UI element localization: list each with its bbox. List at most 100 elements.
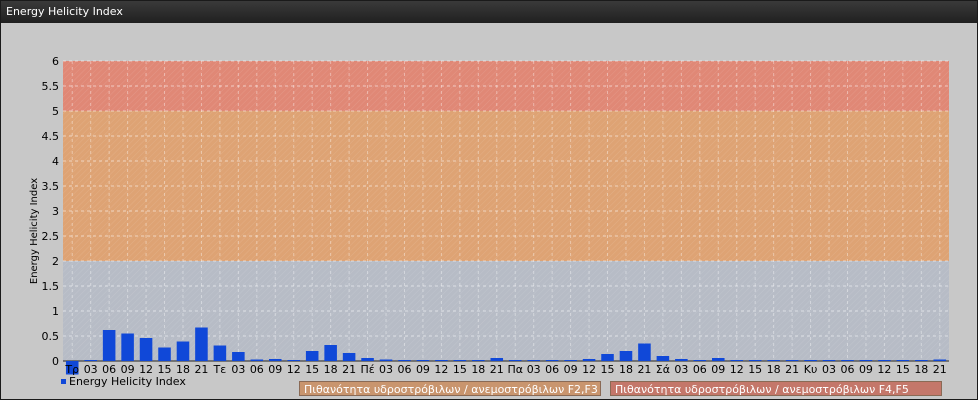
bar-28 (582, 359, 596, 361)
bar-13 (305, 351, 319, 361)
y-tick-label: 3.5 (42, 180, 60, 193)
bar-17 (379, 359, 393, 361)
ehi-chart: 00.511.522.533.544.555.56 Τρ 03 06 09 12 15 18… (29, 55, 949, 376)
x-tick-label: 15 (305, 363, 319, 376)
x-tick-label: 09 (859, 363, 873, 376)
y-tick-label: 6 (52, 55, 59, 68)
bar-3 (121, 333, 134, 361)
x-tick-label: 15 (896, 363, 910, 376)
bar-2 (102, 330, 116, 361)
bar-20 (435, 360, 448, 361)
x-tick-label: 18 (914, 363, 928, 376)
bar-12 (287, 360, 301, 361)
x-tick-label: 21 (785, 363, 799, 376)
x-tick-label: 09 (564, 363, 578, 376)
y-tick-label: 0.5 (42, 330, 60, 343)
x-tick-label: 06 (693, 363, 707, 376)
x-tick-label: 06 (250, 363, 264, 376)
bar-4 (139, 338, 153, 361)
x-tick-label: Πέ (360, 363, 374, 376)
bar-42 (841, 360, 854, 361)
bar-7 (195, 327, 208, 361)
x-tick-label: 18 (619, 363, 633, 376)
x-tick-label: 03 (674, 363, 688, 376)
y-tick-label: 0 (52, 355, 59, 368)
x-tick-label: 12 (877, 363, 891, 376)
y-axis-label: Energy Helicity Index (29, 178, 40, 284)
bar-16 (361, 358, 374, 361)
bar-34 (693, 360, 707, 361)
x-tick-label: 15 (601, 363, 615, 376)
x-tick-label: 18 (471, 363, 485, 376)
x-tick-label: 03 (822, 363, 836, 376)
bar-10 (250, 359, 264, 361)
bar-5 (158, 347, 171, 361)
legend-series: Energy Helicity Index (61, 375, 186, 388)
bar-15 (342, 353, 356, 361)
x-tick-label: 18 (324, 363, 338, 376)
bar-27 (564, 360, 577, 361)
x-tick-label: 15 (748, 363, 762, 376)
bar-36 (730, 360, 744, 361)
bar-45 (896, 360, 910, 361)
y-tick-label: 1 (52, 305, 59, 318)
y-tick-label: 5 (52, 105, 59, 118)
x-tick-label: 21 (194, 363, 208, 376)
bar-32 (656, 356, 670, 361)
bar-43 (859, 360, 873, 361)
x-tick-label: Κυ (804, 363, 818, 376)
y-tick-label: 4.5 (42, 130, 60, 143)
x-tick-label: 03 (231, 363, 245, 376)
bar-29 (601, 354, 614, 361)
bar-8 (213, 345, 227, 361)
x-tick-label: Πα (507, 363, 523, 376)
bar-9 (232, 352, 245, 361)
x-tick-label: 18 (767, 363, 781, 376)
chart-area: 0 0.5 1 1.5 2 2.5 3 3.5 4 4.5 5 5.5 6 Τρ 03 06 09 12 15 18… (1, 23, 977, 399)
chart-window: Energy Helicity Index 0 0.5 1 1.5 2 2.5 3 3.5 4 4… (0, 0, 978, 400)
bar-41 (822, 360, 836, 361)
legend-series-swatch (61, 379, 66, 384)
x-tick-label: 12 (287, 363, 301, 376)
bar-35 (711, 358, 725, 361)
bar-19 (416, 360, 430, 361)
bar-22 (472, 360, 485, 361)
bar-11 (268, 359, 282, 361)
x-tick-label: 12 (730, 363, 744, 376)
y-tick-label: 4 (52, 155, 59, 168)
bar-25 (527, 360, 540, 361)
legend-series-label: Energy Helicity Index (69, 375, 186, 388)
bar-47 (933, 359, 947, 361)
x-tick-label: Σά (656, 363, 670, 376)
bar-6 (176, 341, 190, 361)
x-tick-label: 09 (416, 363, 430, 376)
bar-26 (545, 360, 559, 361)
x-tick-label: 03 (379, 363, 393, 376)
x-tick-label: 09 (268, 363, 282, 376)
bar-40 (804, 360, 817, 361)
bar-21 (453, 360, 467, 361)
legend-band-f2f3: Πιθανότητα υδροστρόβιλων / ανεμοστρόβιλω… (299, 381, 601, 396)
x-tick-label: 06 (545, 363, 559, 376)
x-tick-label: 21 (933, 363, 947, 376)
y-tick-label: 5.5 (42, 80, 60, 93)
y-tick-label: 3 (52, 205, 59, 218)
bar-1 (84, 360, 97, 361)
y-tick-label: 2 (52, 255, 59, 268)
bar-33 (675, 359, 688, 361)
bar-23 (490, 358, 504, 361)
bar-24 (508, 360, 522, 361)
bar-39 (785, 360, 799, 361)
bar-46 (915, 360, 928, 361)
x-tick-label: 21 (490, 363, 504, 376)
bar-44 (878, 360, 891, 361)
x-tick-label: 12 (582, 363, 596, 376)
y-tick-label: 2.5 (42, 230, 60, 243)
bar-31 (638, 343, 651, 361)
x-tick-label: 06 (397, 363, 411, 376)
x-tick-label: 15 (453, 363, 467, 376)
bar-37 (748, 360, 762, 361)
x-tick-label: Τε (213, 363, 227, 376)
x-tick-label: 21 (342, 363, 356, 376)
bar-30 (619, 351, 633, 361)
